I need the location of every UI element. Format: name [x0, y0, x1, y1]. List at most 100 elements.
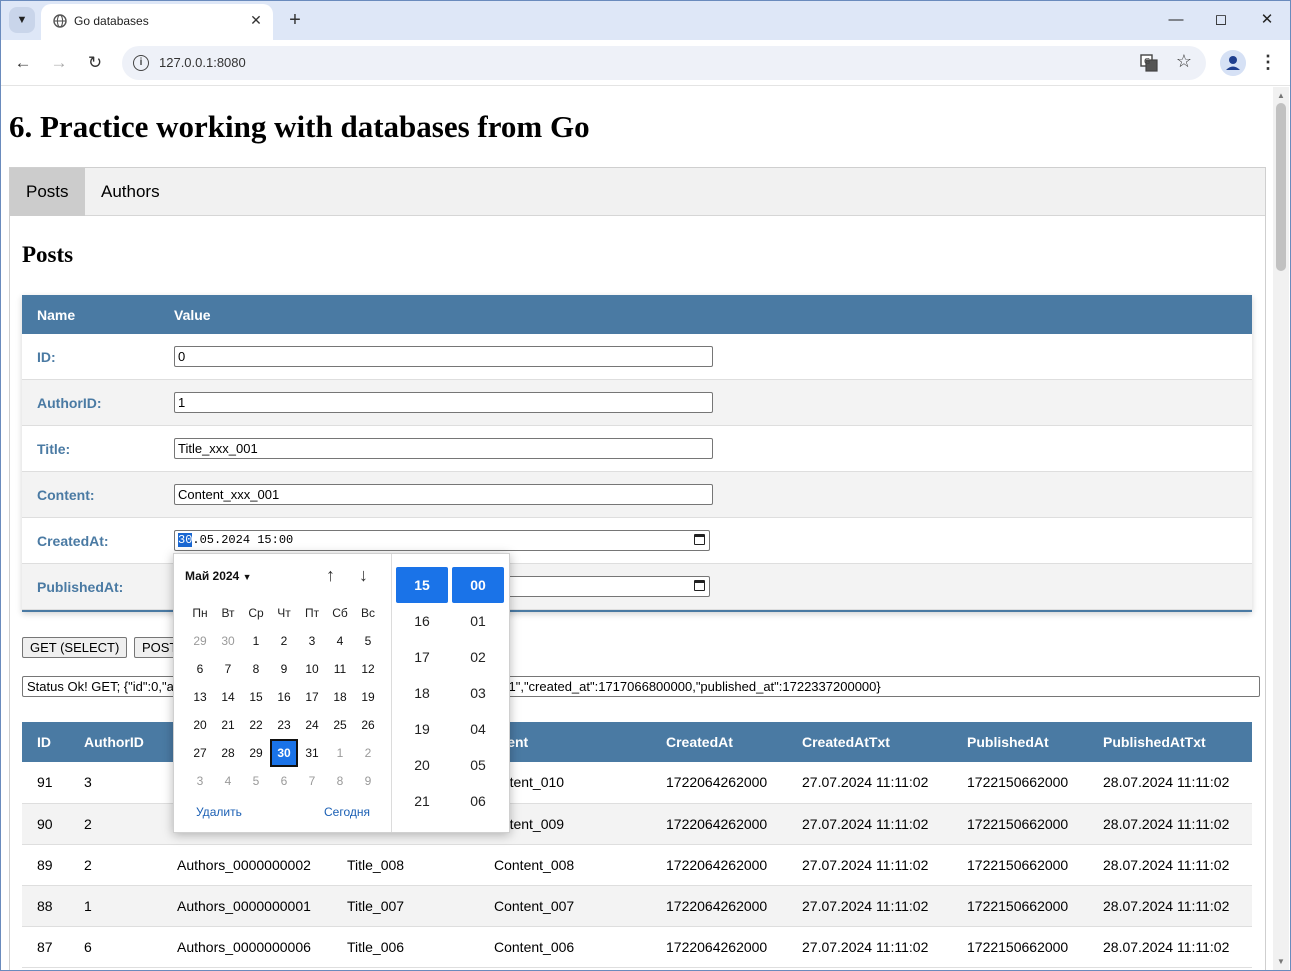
kebab-menu-icon[interactable]: ⋮ — [1258, 51, 1278, 75]
page-scrollbar[interactable]: ▲ ▼ — [1273, 87, 1289, 970]
calendar-day[interactable]: 5 — [242, 767, 270, 795]
calendar-day[interactable]: 5 — [354, 627, 382, 655]
calendar-day[interactable]: 12 — [354, 655, 382, 683]
calendar-day[interactable]: 18 — [326, 683, 354, 711]
table-row[interactable]: 87 6 Authors_0000000006 Title_006 Conten… — [22, 926, 1252, 968]
calendar-day[interactable]: 16 — [270, 683, 298, 711]
col-id[interactable]: ID — [22, 722, 69, 762]
translate-icon[interactable]: G — [1139, 53, 1159, 73]
get-select-button[interactable]: GET (SELECT) — [22, 637, 128, 658]
today-link[interactable]: Сегодня — [324, 805, 370, 819]
scrollbar-thumb[interactable] — [1276, 103, 1286, 271]
profile-icon[interactable] — [1220, 50, 1246, 76]
tab-search-chevron-down-icon[interactable]: ▼ — [9, 7, 35, 33]
tab-authors[interactable]: Authors — [85, 168, 176, 216]
calendar-day[interactable]: 23 — [270, 711, 298, 739]
calendar-day[interactable]: 22 — [242, 711, 270, 739]
previous-month-arrow-icon[interactable]: ↑ — [326, 565, 335, 586]
calendar-day[interactable]: 29 — [186, 627, 214, 655]
calendar-day[interactable]: 21 — [214, 711, 242, 739]
created-at-datetime-field[interactable]: 30.05.2024 15:00 — [174, 530, 710, 551]
calendar-day[interactable]: 10 — [298, 655, 326, 683]
window-close-icon[interactable]: ✕ — [1255, 9, 1279, 31]
minute-option[interactable]: 03 — [452, 675, 504, 711]
created-at-day-segment[interactable]: 30 — [178, 533, 193, 547]
calendar-day[interactable]: 26 — [354, 711, 382, 739]
calendar-day[interactable]: 24 — [298, 711, 326, 739]
calendar-day[interactable]: 1 — [326, 739, 354, 767]
col-created-at-txt[interactable]: CreatedAtTxt — [787, 722, 952, 762]
back-arrow-icon[interactable]: ← — [11, 51, 35, 75]
minute-option[interactable]: 04 — [452, 711, 504, 747]
col-author-id[interactable]: AuthorID — [69, 722, 162, 762]
calendar-day[interactable]: 3 — [186, 767, 214, 795]
col-created-at[interactable]: CreatedAt — [651, 722, 787, 762]
minute-option[interactable]: 02 — [452, 639, 504, 675]
calendar-day[interactable]: 19 — [354, 683, 382, 711]
calendar-day[interactable]: 6 — [186, 655, 214, 683]
calendar-day[interactable]: 9 — [354, 767, 382, 795]
hour-option[interactable]: 18 — [396, 675, 448, 711]
calendar-day[interactable]: 25 — [326, 711, 354, 739]
calendar-day[interactable]: 11 — [326, 655, 354, 683]
calendar-day[interactable]: 20 — [186, 711, 214, 739]
minute-option[interactable]: 00 — [452, 567, 504, 603]
hour-option[interactable]: 19 — [396, 711, 448, 747]
calendar-day[interactable]: 9 — [270, 655, 298, 683]
calendar-day[interactable]: 13 — [186, 683, 214, 711]
calendar-day[interactable]: 1 — [242, 627, 270, 655]
col-published-at[interactable]: PublishedAt — [952, 722, 1088, 762]
hour-option[interactable]: 15 — [396, 567, 448, 603]
created-at-rest-segment[interactable]: .05.2024 15:00 — [192, 533, 293, 547]
reload-icon[interactable]: ↻ — [83, 51, 107, 75]
calendar-day[interactable]: 17 — [298, 683, 326, 711]
scroll-down-arrow-icon[interactable]: ▼ — [1277, 957, 1285, 966]
minute-option[interactable]: 05 — [452, 747, 504, 783]
content-field[interactable] — [174, 484, 713, 505]
address-bar[interactable]: i 127.0.0.1:8080 G ☆ — [122, 46, 1206, 80]
calendar-day[interactable]: 28 — [214, 739, 242, 767]
calendar-day[interactable]: 30 — [270, 739, 298, 767]
calendar-day[interactable]: 27 — [186, 739, 214, 767]
minute-option[interactable]: 01 — [452, 603, 504, 639]
site-info-icon[interactable]: i — [133, 55, 149, 71]
hour-option[interactable]: 21 — [396, 783, 448, 819]
next-month-arrow-icon[interactable]: ↓ — [359, 565, 368, 586]
minimize-icon[interactable]: — — [1164, 9, 1188, 31]
id-field[interactable] — [174, 346, 713, 367]
calendar-day[interactable]: 31 — [298, 739, 326, 767]
calendar-day[interactable]: 2 — [354, 739, 382, 767]
calendar-day[interactable]: 8 — [326, 767, 354, 795]
maximize-icon[interactable]: ◻ — [1209, 9, 1233, 31]
calendar-day[interactable]: 2 — [270, 627, 298, 655]
calendar-day[interactable]: 14 — [214, 683, 242, 711]
table-row[interactable]: 88 1 Authors_0000000001 Title_007 Conten… — [22, 885, 1252, 927]
calendar-day[interactable]: 29 — [242, 739, 270, 767]
browser-tab[interactable]: Go databases ✕ — [41, 4, 273, 40]
new-tab-plus-icon[interactable]: + — [284, 9, 306, 31]
month-year-dropdown[interactable]: Май 2024 ▼ — [185, 569, 252, 583]
calendar-day[interactable]: 6 — [270, 767, 298, 795]
calendar-icon[interactable] — [694, 534, 705, 545]
hour-option[interactable]: 17 — [396, 639, 448, 675]
calendar-day[interactable]: 8 — [242, 655, 270, 683]
tab-close-icon[interactable]: ✕ — [247, 11, 265, 29]
calendar-day[interactable]: 3 — [298, 627, 326, 655]
calendar-icon[interactable] — [694, 580, 705, 591]
calendar-day[interactable]: 7 — [214, 655, 242, 683]
table-row[interactable]: 89 2 Authors_0000000002 Title_008 Conten… — [22, 844, 1252, 886]
title-field[interactable] — [174, 438, 713, 459]
scroll-up-arrow-icon[interactable]: ▲ — [1277, 91, 1285, 100]
minute-option[interactable]: 06 — [452, 783, 504, 819]
calendar-day[interactable]: 30 — [214, 627, 242, 655]
tab-posts[interactable]: Posts — [10, 168, 85, 216]
calendar-day[interactable]: 4 — [326, 627, 354, 655]
hour-option[interactable]: 16 — [396, 603, 448, 639]
col-published-at-txt[interactable]: PublishedAtTxt — [1088, 722, 1252, 762]
author-id-field[interactable] — [174, 392, 713, 413]
star-icon[interactable]: ☆ — [1176, 51, 1192, 72]
clear-date-link[interactable]: Удалить — [196, 805, 242, 819]
url-text[interactable]: 127.0.0.1:8080 — [159, 55, 246, 70]
calendar-day[interactable]: 4 — [214, 767, 242, 795]
forward-arrow-icon[interactable]: → — [47, 51, 71, 75]
